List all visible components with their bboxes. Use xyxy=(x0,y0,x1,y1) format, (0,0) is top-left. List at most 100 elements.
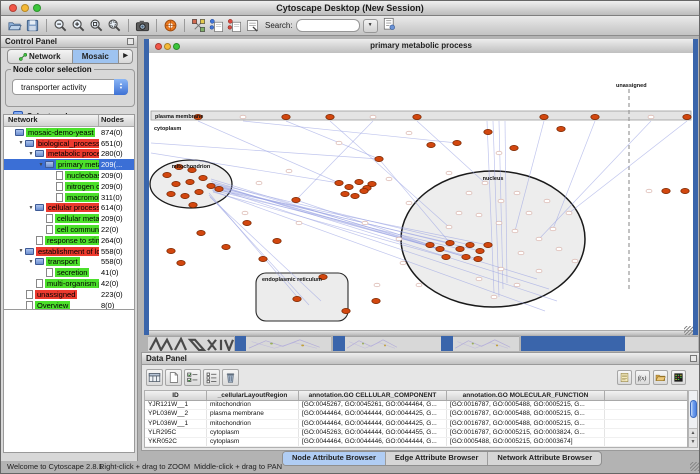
notes-button[interactable] xyxy=(617,370,632,385)
network-node[interactable] xyxy=(341,191,349,196)
network-node[interactable] xyxy=(360,188,368,193)
network-node[interactable] xyxy=(456,246,464,251)
network-node[interactable] xyxy=(292,197,300,202)
table-cell[interactable]: YJR121W__1 xyxy=(145,401,207,409)
network-node[interactable] xyxy=(222,244,230,249)
scrollbar-thumb[interactable] xyxy=(690,400,697,418)
table-cell[interactable]: mitochondrion xyxy=(207,420,299,428)
network-node[interactable] xyxy=(474,256,482,261)
network-node[interactable] xyxy=(476,248,484,253)
birdseye-view-panel[interactable] xyxy=(3,309,135,453)
network-node-small[interactable] xyxy=(456,211,462,215)
network-node[interactable] xyxy=(427,142,435,147)
table-row[interactable]: YJR121W__1mitochondrion[GO:0045267, GO:0… xyxy=(145,401,687,410)
tree-row[interactable]: ▼primary metabol209(... xyxy=(4,159,134,170)
network-node[interactable] xyxy=(326,114,334,119)
help-icon[interactable] xyxy=(163,18,178,33)
attribute-checklist-button[interactable] xyxy=(184,369,201,386)
network-node[interactable] xyxy=(591,114,599,119)
network-node-small[interactable] xyxy=(370,115,376,119)
table-cell[interactable]: [GO:0045263, GO:0044444, GO:0044455, G..… xyxy=(299,429,447,437)
table-cell[interactable] xyxy=(605,438,688,446)
network-node[interactable] xyxy=(662,188,670,193)
table-column-header[interactable]: _cellularLayoutRegion xyxy=(207,391,299,400)
table-row[interactable]: YPL036W__2plasma membrane[GO:0044464, GO… xyxy=(145,410,687,419)
network-node[interactable] xyxy=(683,114,691,119)
tree-row[interactable]: ▼establishment of lo558(0) xyxy=(4,246,134,257)
network-node-small[interactable] xyxy=(374,283,380,287)
table-cell[interactable] xyxy=(605,447,688,448)
tree-row[interactable]: ▼transport558(0) xyxy=(4,257,134,268)
open-file-icon[interactable] xyxy=(7,18,22,33)
disclosure-triangle-icon[interactable]: ▼ xyxy=(27,205,35,211)
table-column-header[interactable]: ID xyxy=(145,391,207,400)
network-node-small[interactable] xyxy=(550,227,556,231)
network-node[interactable] xyxy=(172,181,180,186)
tree-row[interactable]: mosaic-demo-yeast874(0) xyxy=(4,127,134,138)
network-node[interactable] xyxy=(215,186,223,191)
network-node-small[interactable] xyxy=(536,237,542,241)
network-node-small[interactable] xyxy=(446,171,452,175)
tab-network[interactable]: Network xyxy=(7,49,72,64)
table-cell[interactable]: [GO:0044464, GO:0044446, GO:0044444, G..… xyxy=(299,438,447,446)
delete-attribute-button[interactable] xyxy=(222,369,239,386)
table-row[interactable]: YLR295Ccytoplasm[GO:0045263, GO:0044444,… xyxy=(145,429,687,438)
network-node-small[interactable] xyxy=(256,181,262,185)
table-cell[interactable]: [GO:0044464, GO:0044444, GO:0044425, G..… xyxy=(299,447,447,448)
tree-row[interactable]: ▼metabolic process280(0) xyxy=(4,149,134,160)
tree-row[interactable]: response to stimulu264(0) xyxy=(4,235,134,246)
network-node-small[interactable] xyxy=(286,169,292,173)
table-cell[interactable]: mitochondrion xyxy=(207,447,299,448)
resize-grip-icon[interactable] xyxy=(684,326,693,335)
network-node[interactable] xyxy=(181,193,189,198)
table-cell[interactable]: [GO:0016787, GO:0005488, GO:0005215, G..… xyxy=(447,401,605,409)
tree-row[interactable]: secretion41(0) xyxy=(4,267,134,278)
network-node-small[interactable] xyxy=(491,295,497,299)
search-dropdown-button[interactable]: ▼ xyxy=(363,19,378,33)
network-node-small[interactable] xyxy=(242,211,248,215)
network-node-small[interactable] xyxy=(498,267,504,271)
float-panel-icon[interactable] xyxy=(127,38,134,45)
network-node[interactable] xyxy=(199,175,207,180)
network-node[interactable] xyxy=(167,191,175,196)
network-node-small[interactable] xyxy=(514,283,520,287)
table-cell[interactable]: YKR052C xyxy=(145,438,207,446)
network-node[interactable] xyxy=(557,126,565,131)
network-node[interactable] xyxy=(442,254,450,259)
table-cell[interactable]: [GO:0045267, GO:0045261, GO:0044464, G..… xyxy=(299,401,447,409)
network-node[interactable] xyxy=(293,296,301,301)
tree-row[interactable]: multi-organism pro42(0) xyxy=(4,278,134,289)
table-cell[interactable]: [GO:0016787, GO:0005488, GO:0005215, G..… xyxy=(447,410,605,418)
network-node[interactable] xyxy=(372,298,380,303)
network-node[interactable] xyxy=(189,202,197,207)
annotation-icon[interactable] xyxy=(381,16,396,31)
tree-row[interactable]: unassigned223(0) xyxy=(4,289,134,300)
network-node-small[interactable] xyxy=(648,115,654,119)
table-cell[interactable] xyxy=(605,401,688,409)
network-node-small[interactable] xyxy=(512,229,518,233)
network-node-small[interactable] xyxy=(386,177,392,181)
tree-row[interactable]: cell communicat22(0) xyxy=(4,224,134,235)
network-node[interactable] xyxy=(368,181,376,186)
network-node[interactable] xyxy=(453,140,461,145)
network-node[interactable] xyxy=(273,238,281,243)
network-node[interactable] xyxy=(375,156,383,161)
disclosure-triangle-icon[interactable]: ▼ xyxy=(17,248,25,254)
network-node-small[interactable] xyxy=(416,283,422,287)
network-node[interactable] xyxy=(259,256,267,261)
network-node[interactable] xyxy=(177,260,185,265)
network-node[interactable] xyxy=(426,242,434,247)
app-resize-grip-icon[interactable] xyxy=(690,462,699,471)
search-input[interactable] xyxy=(296,19,360,32)
tree-row[interactable]: nitrogen compou209(0) xyxy=(4,181,134,192)
zoom-fit-icon[interactable] xyxy=(89,18,104,33)
network-node[interactable] xyxy=(345,184,353,189)
tree-row[interactable]: cellular metabol209(0) xyxy=(4,213,134,224)
table-row[interactable]: YDR039C__1mitochondrion[GO:0044464, GO:0… xyxy=(145,447,687,448)
network-node[interactable] xyxy=(186,179,194,184)
tree-row[interactable]: ▼cellular process614(0) xyxy=(4,203,134,214)
tree-row[interactable]: macromolecule311(0) xyxy=(4,192,134,203)
save-session-icon[interactable] xyxy=(25,18,40,33)
network-node[interactable] xyxy=(484,129,492,134)
network-node[interactable] xyxy=(207,183,215,188)
